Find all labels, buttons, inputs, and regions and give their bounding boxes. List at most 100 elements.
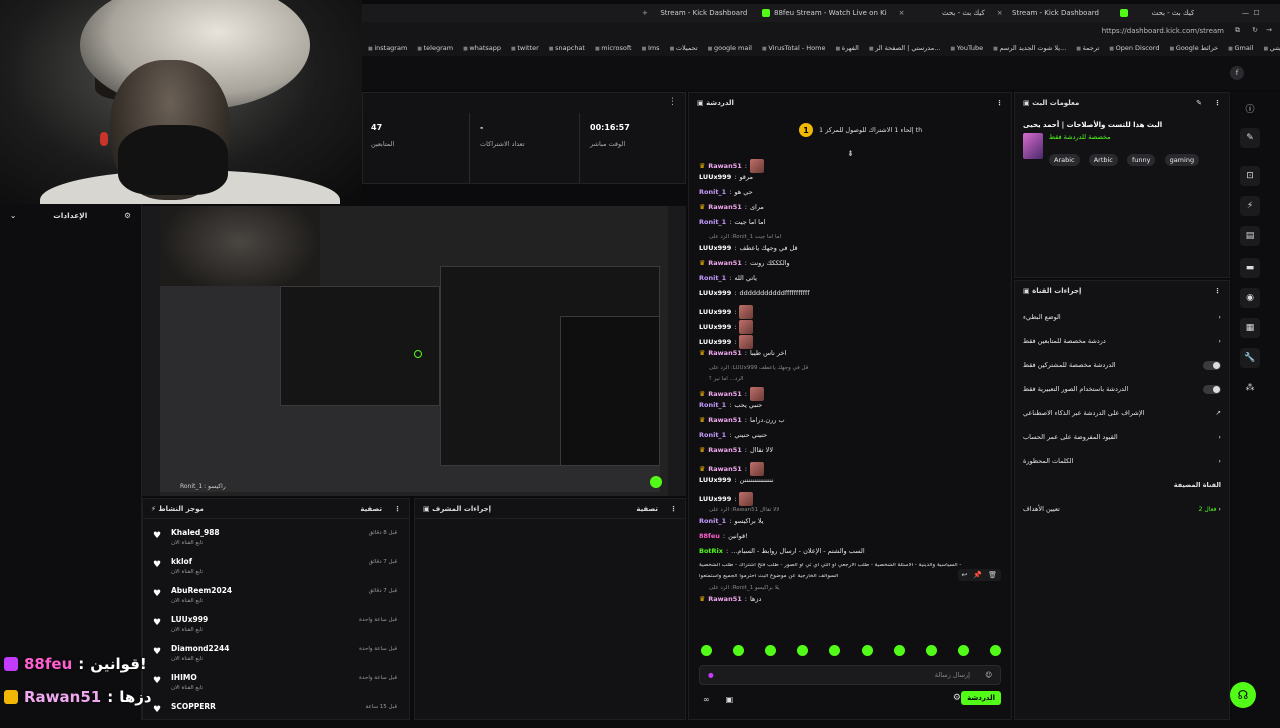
chat-username[interactable]: LUUx999: [699, 290, 731, 297]
list-item[interactable]: ♥ Khaled_988 تابع القناة الان قبل 8 دقائق: [143, 525, 409, 554]
toggle[interactable]: [1203, 384, 1221, 394]
category-name[interactable]: مخصصة للدردشة فقط: [1049, 133, 1203, 141]
bookmark[interactable]: whatsapp: [463, 44, 501, 52]
bookmark[interactable]: snapchat: [549, 44, 585, 52]
list-item[interactable]: ♥ AbuReem2024 تابع القناة الان قبل 7 دقائق: [143, 583, 409, 612]
chat-username[interactable]: LUUx999: [699, 477, 731, 484]
chat-username[interactable]: Ronit_1: [699, 432, 726, 439]
chat-username[interactable]: Rawan51: [708, 466, 741, 473]
forward-icon[interactable]: →: [1266, 26, 1272, 34]
chat-username[interactable]: BotRix: [699, 548, 723, 555]
chat-username[interactable]: 88feu: [699, 533, 720, 540]
chat-username[interactable]: LUUx999: [699, 309, 731, 316]
bookmark[interactable]: Open Discord: [1109, 44, 1160, 52]
chat-username[interactable]: LUUx999: [699, 324, 731, 331]
chat-input[interactable]: ● إرسال رسالة ☺: [699, 665, 1001, 685]
connections-icon[interactable]: ⁂: [1240, 378, 1260, 398]
chat-username[interactable]: Rawan51: [708, 417, 741, 424]
chevron-down-icon[interactable]: ⌄: [10, 211, 16, 220]
chat-username[interactable]: LUUx999: [699, 174, 731, 181]
bookmark[interactable]: YouTube: [950, 44, 983, 52]
chat-username[interactable]: Rawan51: [708, 391, 741, 398]
chat-username[interactable]: LUUx999: [699, 245, 731, 252]
bookmark[interactable]: مدرستي | الصفحة الر...: [869, 44, 940, 52]
browser-tab[interactable]: + Stream - Kick Dashboard: [642, 7, 747, 19]
chat-send-button[interactable]: الدردشة: [961, 691, 1001, 705]
bookmark[interactable]: twitter: [511, 44, 538, 52]
bookmark[interactable]: Gmail: [1228, 44, 1254, 52]
chat-tools[interactable]: ∞ ▣: [703, 695, 733, 704]
avatar[interactable]: f: [1230, 66, 1244, 80]
chat-username[interactable]: Ronit_1: [699, 275, 726, 282]
browser-tab[interactable]: 88feu Stream - Watch Live on Ki ×: [762, 7, 905, 19]
chat-username[interactable]: Rawan51: [708, 260, 741, 267]
ai-moderation-row[interactable]: الإشراف على الدردشة عبر الذكاء الاصطناعي…: [1015, 401, 1229, 425]
broadcast-icon[interactable]: ◉: [1240, 288, 1260, 308]
gear-icon[interactable]: ⚙: [124, 211, 131, 220]
browser-tab[interactable]: كيك بث - بحث ×: [942, 7, 1003, 19]
chat-username[interactable]: Ronit_1: [699, 518, 726, 525]
emote-bar[interactable]: [701, 645, 1001, 656]
chat-username[interactable]: Ronit_1: [699, 189, 726, 196]
bookmark[interactable]: Ims: [642, 44, 660, 52]
list-item[interactable]: ♥ LUUx999 تابع القناة الان قبل ساعة واحدة: [143, 612, 409, 641]
more-icon[interactable]: ⋮: [668, 97, 677, 107]
stream-preview[interactable]: Ronit_1 : راكيسو: [142, 206, 686, 496]
bookmark[interactable]: يلا شوت الجديد الرسم...: [993, 44, 1067, 52]
gear-icon[interactable]: ⚙: [953, 693, 961, 703]
toggle[interactable]: [1203, 360, 1221, 370]
window-controls[interactable]: — ☐: [1242, 7, 1260, 19]
bookmark[interactable]: telegram: [417, 44, 453, 52]
wrench-icon[interactable]: 🔧: [1240, 348, 1260, 368]
list-item[interactable]: ♥ SCOPPERR قبل 15 ساعة: [143, 699, 409, 728]
more-icon[interactable]: ⋮: [394, 505, 401, 513]
more-icon[interactable]: ⋮: [670, 505, 677, 513]
chat-username[interactable]: Rawan51: [708, 204, 741, 211]
clipboard-icon[interactable]: ▤: [1240, 226, 1260, 246]
browser-tab[interactable]: كيك بث - بحث: [1120, 7, 1194, 19]
more-icon[interactable]: ⋮: [1214, 287, 1221, 295]
bookmark[interactable]: microsoft: [595, 44, 631, 52]
info-icon[interactable]: ⓘ: [1240, 98, 1260, 118]
emotes-only-row[interactable]: الدردشة باستخدام الصور التعبيرية فقط: [1015, 377, 1229, 401]
list-item[interactable]: ♥ IHIMO تابع القناة الان قبل ساعة واحدة: [143, 670, 409, 699]
banned-words-row[interactable]: الكلمات المحظورة ›: [1015, 449, 1229, 473]
message-actions[interactable]: ↩ 📌 🗑: [957, 569, 1001, 581]
bookmark[interactable]: google mail: [708, 44, 752, 52]
emoji-icon[interactable]: ☺: [985, 671, 992, 679]
bookmark[interactable]: الفهرة: [835, 44, 859, 52]
chat-username[interactable]: Rawan51: [708, 447, 741, 454]
slow-mode-row[interactable]: الوضع البطيء ›: [1015, 305, 1229, 329]
copy-icon[interactable]: ⧉: [1235, 26, 1240, 35]
close-icon[interactable]: ×: [899, 9, 905, 17]
chat-username[interactable]: Rawan51: [708, 350, 741, 357]
filter-button[interactable]: تصفية: [360, 505, 382, 513]
chat-username[interactable]: LUUx999: [699, 339, 731, 346]
close-icon[interactable]: ×: [997, 9, 1003, 17]
list-item[interactable]: ♥ Diamond2244 تابع القناة الان قبل ساعة واح…: [143, 641, 409, 670]
account-age-row[interactable]: القيود المفروضة على عمر الحساب ›: [1015, 425, 1229, 449]
address-bar[interactable]: https://dashboard.kick.com/stream ⧉ ↻ →: [362, 22, 1280, 40]
reply-icon[interactable]: ↩: [962, 571, 968, 579]
delete-icon[interactable]: 🗑: [988, 571, 997, 579]
bookmark[interactable]: VirusTotal - Home: [762, 44, 825, 52]
scan-icon[interactable]: ⊡: [1240, 166, 1260, 186]
target-goals-row[interactable]: تعيين الأهداف فعال 2 ›: [1015, 497, 1229, 521]
refresh-icon[interactable]: ↻: [1252, 26, 1258, 34]
chat-icon[interactable]: ▬: [1240, 258, 1260, 278]
bolt-icon[interactable]: ⚡: [1240, 196, 1260, 216]
scroll-down-icon[interactable]: ⇟: [847, 149, 854, 158]
more-icon[interactable]: ⋮: [996, 99, 1003, 107]
list-item[interactable]: ♥ kklof تابع القناة الان قبل 7 دقائق: [143, 554, 409, 583]
chat-username[interactable]: Ronit_1: [699, 219, 726, 226]
chat-username[interactable]: LUUx999: [699, 496, 731, 503]
chat-username[interactable]: Rawan51: [708, 596, 741, 603]
edit-icon[interactable]: ✎: [1196, 99, 1202, 107]
bookmark[interactable]: جيتني: [1263, 44, 1280, 52]
help-button[interactable]: ☊: [1230, 682, 1256, 708]
bookmark[interactable]: ترجمة: [1076, 44, 1100, 52]
chat-username[interactable]: Ronit_1: [699, 402, 726, 409]
bookmark[interactable]: Google خرائط: [1169, 44, 1218, 52]
pin-icon[interactable]: 📌: [973, 571, 982, 579]
edit-icon[interactable]: ✎: [1240, 128, 1260, 148]
